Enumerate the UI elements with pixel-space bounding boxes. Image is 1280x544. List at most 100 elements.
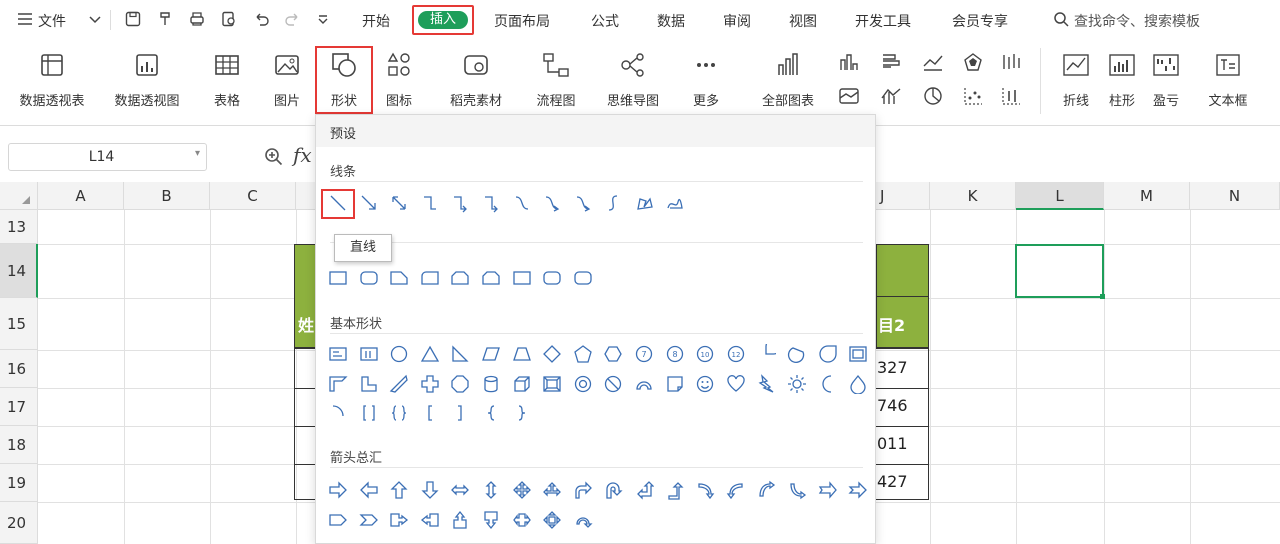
- snip-diagonal-rectangle-icon[interactable]: [450, 268, 470, 288]
- print-preview-icon[interactable]: [220, 10, 238, 28]
- elbow-double-arrow-icon[interactable]: [481, 193, 501, 213]
- bar-chart-icon[interactable]: [880, 52, 902, 72]
- sparkline-winloss-button[interactable]: 盈亏: [1146, 50, 1186, 116]
- box-plot-icon[interactable]: [1000, 86, 1022, 106]
- rectangle-icon[interactable]: [328, 268, 348, 288]
- column-header-n[interactable]: N: [1190, 182, 1280, 210]
- elbow-connector-icon[interactable]: [420, 193, 440, 213]
- curved-right-arrow-icon[interactable]: [695, 480, 715, 500]
- search-icon[interactable]: [1052, 10, 1070, 28]
- mindmap-button[interactable]: 思维导图: [596, 50, 670, 116]
- stock-chart-icon[interactable]: [1000, 52, 1022, 72]
- tab-insert[interactable]: 插入: [418, 11, 468, 29]
- curve-icon[interactable]: [603, 193, 623, 213]
- oval-icon[interactable]: [389, 344, 409, 364]
- notched-right-arrow-icon[interactable]: [848, 480, 868, 500]
- select-all-corner[interactable]: [0, 182, 38, 210]
- combo-chart-icon[interactable]: [880, 86, 902, 106]
- flowchart-button[interactable]: 流程图: [525, 50, 587, 116]
- column-header-b[interactable]: B: [124, 182, 210, 210]
- left-right-arrow-icon[interactable]: [450, 480, 470, 500]
- octagon-icon[interactable]: 8: [665, 344, 685, 364]
- left-right-up-arrow-icon[interactable]: [542, 480, 562, 500]
- pentagon-arrow-icon[interactable]: [328, 510, 348, 530]
- right-triangle-icon[interactable]: [450, 344, 470, 364]
- down-arrow-callout-icon[interactable]: [481, 510, 501, 530]
- snip-round-rectangle-icon[interactable]: [512, 268, 532, 288]
- l-shape-icon[interactable]: [359, 374, 379, 394]
- search-command-input[interactable]: 查找命令、搜索模板: [1074, 11, 1200, 31]
- cell-j16[interactable]: 327: [877, 358, 908, 377]
- left-up-arrow-icon[interactable]: [634, 480, 655, 500]
- cube-icon[interactable]: [512, 374, 532, 394]
- hamburger-menu-icon[interactable]: [16, 10, 34, 28]
- file-menu[interactable]: 文件: [38, 11, 66, 31]
- picture-button[interactable]: 图片: [262, 50, 312, 116]
- left-brace-icon[interactable]: [481, 403, 501, 423]
- tab-member[interactable]: 会员专享: [952, 11, 1008, 31]
- table-button[interactable]: 表格: [205, 50, 249, 116]
- frame-icon[interactable]: [848, 344, 868, 364]
- arrow-line-icon[interactable]: [359, 193, 379, 213]
- cell-j17[interactable]: 746: [877, 396, 908, 415]
- quad-arrow-icon[interactable]: [512, 480, 532, 500]
- striped-right-arrow-icon[interactable]: [818, 480, 838, 500]
- zoom-icon[interactable]: [263, 146, 285, 168]
- down-arrow-icon[interactable]: [420, 480, 440, 500]
- radar-chart-icon[interactable]: [962, 52, 984, 72]
- bent-arrow-icon[interactable]: [573, 480, 593, 500]
- plaque-icon[interactable]: [450, 374, 470, 394]
- curved-down-arrow-icon[interactable]: [787, 480, 807, 500]
- freeform-icon[interactable]: [634, 193, 654, 213]
- up-down-arrow-icon[interactable]: [481, 480, 501, 500]
- double-brace-icon[interactable]: [389, 403, 409, 423]
- cross-icon[interactable]: [420, 374, 440, 394]
- double-arrow-line-icon[interactable]: [389, 193, 409, 213]
- row-header-14[interactable]: 14: [0, 244, 38, 298]
- row-header-17[interactable]: 17: [0, 388, 38, 426]
- column-header-c[interactable]: C: [210, 182, 296, 210]
- function-icon[interactable]: fx: [293, 143, 312, 167]
- heart-icon[interactable]: [726, 374, 746, 394]
- chord-icon[interactable]: [787, 344, 807, 364]
- tab-developer[interactable]: 开发工具: [855, 11, 911, 31]
- up-arrow-icon[interactable]: [389, 480, 409, 500]
- arc-icon[interactable]: [328, 403, 348, 423]
- snip-corner-rectangle-icon[interactable]: [389, 268, 409, 288]
- rounded-rectangle-icon[interactable]: [359, 268, 379, 288]
- diagonal-stripe-icon[interactable]: [389, 374, 409, 394]
- column-header-m[interactable]: M: [1104, 182, 1190, 210]
- tab-review[interactable]: 审阅: [723, 11, 751, 31]
- right-arrow-callout-icon[interactable]: [389, 510, 409, 530]
- trapezoid-icon[interactable]: [512, 344, 532, 364]
- decagon-icon[interactable]: 10: [695, 344, 715, 364]
- triangle-icon[interactable]: [420, 344, 440, 364]
- u-turn-arrow-icon[interactable]: [603, 480, 623, 500]
- lightning-icon[interactable]: [756, 374, 776, 394]
- pentagon-icon[interactable]: [573, 344, 593, 364]
- chevron-arrow-icon[interactable]: [359, 510, 379, 530]
- right-brace-icon[interactable]: [512, 403, 532, 423]
- curved-left-arrow-icon[interactable]: [726, 480, 746, 500]
- chevron-down-icon[interactable]: [86, 10, 104, 28]
- can-icon[interactable]: [481, 374, 501, 394]
- column-header-k[interactable]: K: [930, 182, 1016, 210]
- row-header-20[interactable]: 20: [0, 502, 38, 544]
- vertical-textbox-icon[interactable]: [359, 344, 379, 364]
- parallelogram-icon[interactable]: [481, 344, 501, 364]
- cloud-icon[interactable]: [848, 374, 868, 395]
- tab-home[interactable]: 开始: [362, 11, 390, 31]
- sparkline-line-button[interactable]: 折线: [1056, 50, 1096, 116]
- moon-icon[interactable]: [818, 374, 838, 394]
- curved-up-arrow-icon[interactable]: [756, 480, 776, 500]
- tab-data[interactable]: 数据: [657, 11, 685, 31]
- column-header-j[interactable]: J: [876, 182, 930, 210]
- smiley-icon[interactable]: [695, 374, 715, 394]
- up-arrow-callout-icon[interactable]: [450, 510, 470, 530]
- column-header-l[interactable]: L: [1016, 182, 1104, 210]
- row-header-16[interactable]: 16: [0, 350, 38, 388]
- left-arrow-icon[interactable]: [359, 480, 379, 500]
- left-arrow-callout-icon[interactable]: [420, 510, 440, 530]
- textbox-shape-icon[interactable]: [328, 344, 348, 364]
- round-same-side-rectangle-icon[interactable]: [542, 268, 562, 288]
